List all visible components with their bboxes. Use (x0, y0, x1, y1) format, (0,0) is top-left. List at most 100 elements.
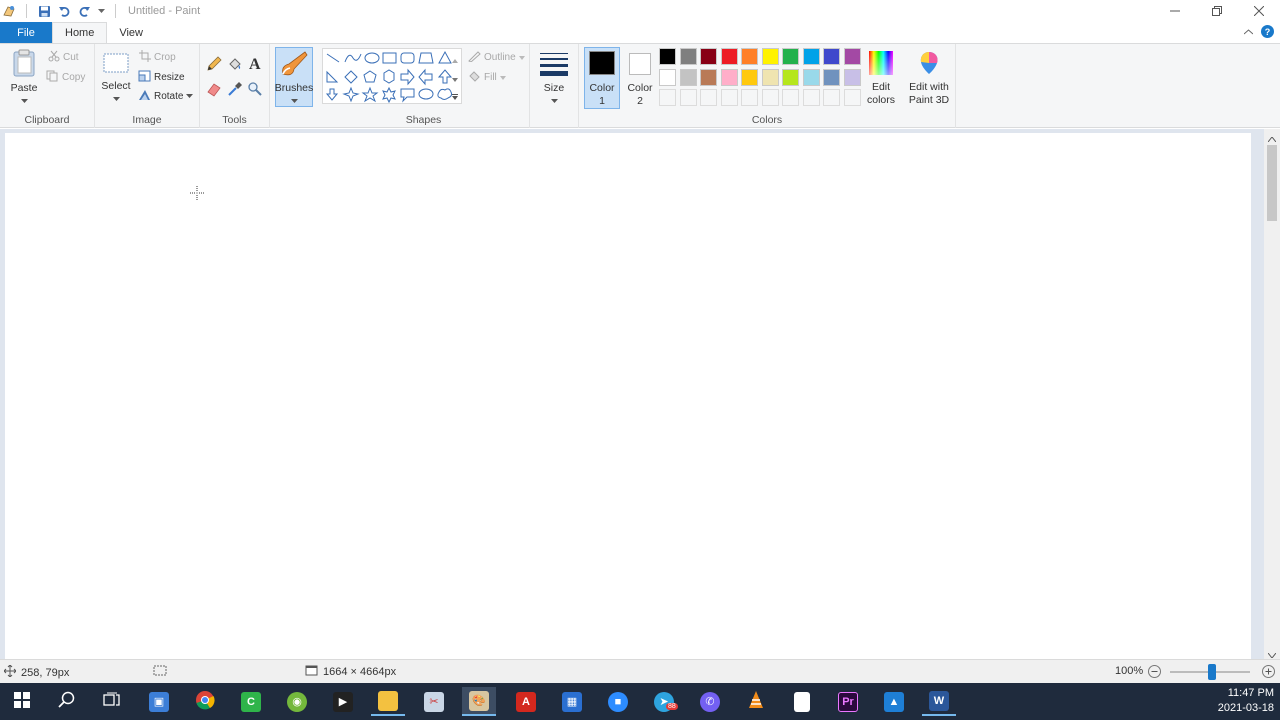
color1-button[interactable]: Color 1 (584, 47, 620, 109)
color-swatch[interactable] (782, 68, 799, 86)
custom-color-slot[interactable] (782, 89, 799, 106)
restore-button[interactable] (1196, 0, 1238, 22)
color-swatch[interactable] (802, 68, 820, 86)
custom-color-slot[interactable] (720, 89, 738, 106)
cut-button[interactable]: Cut (48, 50, 79, 65)
custom-color-slot[interactable] (679, 89, 697, 106)
expand-gallery-icon[interactable] (452, 91, 458, 103)
tab-file[interactable]: File (0, 22, 52, 43)
rotate-button[interactable]: Rotate (138, 89, 194, 104)
brushes-button[interactable]: Brushes (275, 47, 313, 107)
color-swatch[interactable] (700, 48, 717, 65)
fill-bucket-icon[interactable] (227, 56, 243, 75)
tab-home[interactable]: Home (52, 22, 108, 43)
custom-color-slot[interactable] (823, 89, 840, 106)
color-swatch[interactable] (843, 48, 861, 65)
taskbar-premiere[interactable]: Pr (831, 687, 865, 716)
color-swatch[interactable] (761, 68, 779, 86)
pencil-icon[interactable] (206, 56, 222, 75)
taskbar-camtasia[interactable]: C (234, 687, 268, 716)
custom-color-slot[interactable] (843, 89, 861, 106)
color-swatch[interactable] (782, 48, 799, 65)
fill-button[interactable]: Fill (468, 70, 506, 85)
paint-app-icon[interactable] (2, 4, 16, 18)
scroll-down-icon[interactable] (452, 73, 458, 85)
taskbar-file-explorer[interactable] (371, 687, 405, 716)
taskbar-word[interactable]: W (922, 687, 956, 716)
copy-button[interactable]: Copy (46, 70, 85, 85)
color-swatch[interactable] (741, 68, 758, 86)
zoom-slider-thumb[interactable] (1208, 664, 1216, 680)
taskbar-zoom[interactable]: ■ (601, 687, 635, 716)
color-swatch[interactable] (720, 48, 738, 65)
task-view-button[interactable] (95, 687, 129, 716)
vertical-scrollbar[interactable] (1264, 129, 1280, 659)
color-swatch[interactable] (843, 68, 861, 86)
start-button[interactable] (5, 687, 39, 716)
color-swatch[interactable] (823, 68, 840, 86)
custom-color-slot[interactable] (741, 89, 758, 106)
resize-button[interactable]: Resize (138, 70, 185, 85)
edit-colors-button[interactable]: Edit colors (863, 49, 899, 107)
taskbar-photos[interactable]: ▲ (877, 687, 911, 716)
ribbon: Paste Cut Copy Clipboard Select Crop Res… (0, 43, 1280, 128)
taskbar-vlc[interactable] (739, 687, 773, 716)
taskbar-chrome[interactable] (188, 687, 222, 716)
color-swatch[interactable] (802, 48, 820, 65)
custom-color-slot[interactable] (700, 89, 717, 106)
custom-color-slot[interactable] (659, 89, 676, 106)
collapse-ribbon-icon[interactable] (1243, 26, 1254, 38)
select-button[interactable]: Select (100, 50, 132, 106)
color-picker-icon[interactable] (227, 81, 243, 100)
system-clock[interactable]: 11:47 PM 2021-03-18 (1218, 686, 1274, 716)
color-swatch[interactable] (659, 48, 676, 65)
text-tool-icon[interactable]: A (247, 55, 263, 75)
zoom-in-icon[interactable] (1262, 665, 1275, 681)
taskbar-android[interactable]: ◉ (280, 687, 314, 716)
taskbar-calculator[interactable]: ▦ (555, 687, 589, 716)
color-swatch[interactable] (761, 48, 779, 65)
color-swatch[interactable] (679, 48, 697, 65)
minimize-button[interactable] (1154, 0, 1196, 22)
color-swatch[interactable] (659, 68, 676, 86)
scrollbar-thumb[interactable] (1267, 145, 1277, 221)
taskbar-paint[interactable]: 🎨 (462, 687, 496, 716)
scroll-up-arrow-icon[interactable] (1267, 133, 1277, 145)
crop-button[interactable]: Crop (139, 50, 176, 65)
scroll-up-icon[interactable] (452, 54, 458, 66)
custom-color-slot[interactable] (761, 89, 779, 106)
copy-label: Copy (62, 72, 86, 83)
color-swatch[interactable] (741, 48, 758, 65)
taskbar-notepad[interactable] (785, 687, 819, 716)
color2-button[interactable]: Color 2 (622, 48, 658, 108)
drawing-canvas[interactable] (5, 133, 1251, 659)
taskbar-acrobat[interactable]: A (509, 687, 543, 716)
taskbar-store[interactable]: ▣ (142, 687, 176, 716)
magnifier-icon[interactable] (247, 81, 263, 100)
taskbar-snipping[interactable]: ✂ (417, 687, 451, 716)
rotate-label: Rotate (154, 91, 184, 102)
size-button[interactable]: Size (536, 50, 572, 108)
color-swatch[interactable] (823, 48, 840, 65)
taskbar-telegram[interactable]: ➤ 88 (647, 687, 681, 716)
edit-with-paint3d-button[interactable]: Edit with Paint 3D (905, 49, 953, 107)
customize-qat-chevron-icon[interactable] (97, 4, 105, 18)
help-icon[interactable]: ? (1261, 25, 1274, 38)
eraser-icon[interactable] (206, 81, 222, 100)
taskbar-media-player[interactable]: ▶ (326, 687, 360, 716)
tab-view[interactable]: View (107, 22, 155, 43)
color-swatch[interactable] (720, 68, 738, 86)
color-swatch[interactable] (700, 68, 717, 86)
zoom-out-icon[interactable] (1148, 665, 1161, 681)
outline-button[interactable]: Outline (468, 50, 525, 65)
custom-color-slot[interactable] (802, 89, 820, 106)
shapes-gallery[interactable] (322, 48, 462, 104)
close-button[interactable] (1238, 0, 1280, 22)
taskbar-viber[interactable]: ✆ (693, 687, 727, 716)
save-icon[interactable] (37, 4, 51, 18)
redo-icon[interactable] (77, 4, 91, 18)
color-swatch[interactable] (679, 68, 697, 86)
paste-button[interactable]: Paste (8, 48, 40, 108)
search-button[interactable] (50, 687, 84, 716)
undo-icon[interactable] (57, 4, 71, 18)
